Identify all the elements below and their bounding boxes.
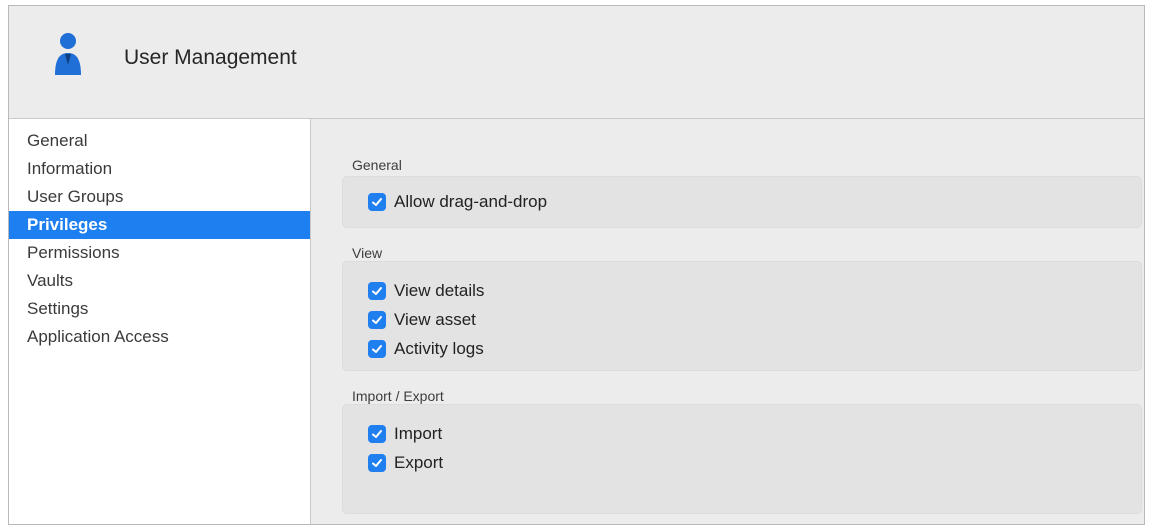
sidebar-nav: General Information User Groups Privileg…	[9, 119, 311, 524]
checkbox-label: View details	[394, 280, 485, 300]
checkmark-icon[interactable]	[368, 192, 386, 211]
checkbox-label: Import	[394, 423, 443, 443]
checkbox-label: Export	[394, 452, 444, 472]
page-title: User Management	[124, 46, 297, 69]
checkbox-row-view-details[interactable]: View details	[343, 276, 1141, 305]
checkbox-label: View asset	[394, 309, 476, 329]
sidebar-item-application-access[interactable]: Application Access	[9, 323, 310, 351]
sidebar-item-settings[interactable]: Settings	[9, 295, 310, 323]
sidebar-item-user-groups[interactable]: User Groups	[9, 183, 310, 211]
sidebar-item-privileges[interactable]: Privileges	[9, 211, 310, 239]
section-title-general: General	[352, 157, 402, 173]
user-management-window: User Management General Information User…	[8, 5, 1145, 525]
window-header: User Management	[9, 6, 1144, 119]
checkbox-row-export[interactable]: Export	[343, 448, 1141, 477]
checkmark-icon[interactable]	[368, 339, 386, 358]
checkmark-icon[interactable]	[368, 281, 386, 300]
checkbox-label: Allow drag-and-drop	[394, 191, 548, 211]
group-box-general: Allow drag-and-drop	[342, 176, 1142, 228]
sidebar-item-general[interactable]: General	[9, 127, 310, 155]
checkmark-icon[interactable]	[368, 424, 386, 443]
sidebar-item-vaults[interactable]: Vaults	[9, 267, 310, 295]
user-icon	[55, 33, 81, 75]
section-title-view: View	[352, 245, 383, 261]
checkbox-label: Activity logs	[394, 338, 484, 358]
checkmark-icon[interactable]	[368, 310, 386, 329]
checkbox-row-activity-logs[interactable]: Activity logs	[343, 334, 1141, 363]
group-box-import-export: Import Export	[342, 404, 1142, 514]
checkbox-row-view-asset[interactable]: View asset	[343, 305, 1141, 334]
checkmark-icon[interactable]	[368, 453, 386, 472]
sidebar-item-information[interactable]: Information	[9, 155, 310, 183]
sidebar-item-permissions[interactable]: Permissions	[9, 239, 310, 267]
group-box-view: View details View asset Activity logs	[342, 261, 1142, 371]
checkbox-row-import[interactable]: Import	[343, 419, 1141, 448]
section-title-import-export: Import / Export	[352, 388, 444, 404]
checkbox-row-allow-drag-and-drop[interactable]: Allow drag-and-drop	[343, 187, 1141, 216]
privileges-panel: General Allow drag-and-drop View View de…	[312, 119, 1144, 524]
